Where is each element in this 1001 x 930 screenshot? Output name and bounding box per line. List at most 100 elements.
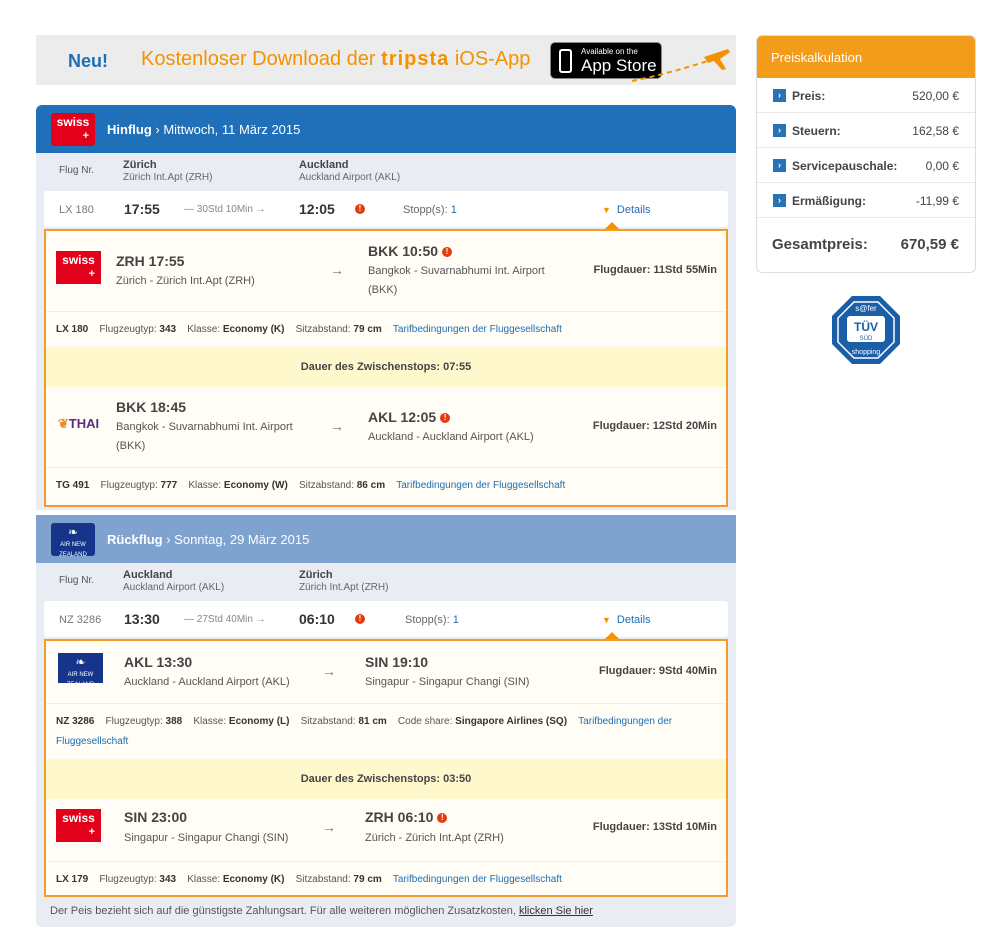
price-footnote: Der Peis bezieht sich auf die günstigste… — [50, 905, 593, 917]
air-new-zealand-logo: ❧ AIR NEW ZEALAND — [51, 523, 95, 558]
segment: ❦THAI BKK 18:45 Bangkok - Suvarnabhumi I… — [46, 387, 726, 467]
total-duration: — 27Std 40Min → — [184, 614, 266, 625]
total-duration: — 30Std 10Min → — [184, 204, 266, 215]
to-city: Auckland — [299, 159, 349, 171]
segment-arrival: ZRH 06:10 ! — [365, 809, 448, 825]
details-toggle[interactable]: ▼ Details — [602, 204, 651, 216]
tuv-sub-text: SÜD — [860, 335, 873, 342]
stops-link[interactable]: 1 — [451, 204, 457, 216]
segment-departure-location: Zürich - Zürich Int.Apt (ZRH) — [116, 275, 255, 287]
swiss-logo: swiss + — [51, 113, 95, 146]
new-label: Neu! — [68, 51, 108, 71]
warning-icon: ! — [440, 413, 451, 424]
segment-arrival: SIN 19:10 — [365, 654, 429, 670]
segment-departure: BKK 18:45 — [116, 399, 187, 415]
segment-arrival-location: Bangkok - Suvarnabhumi Int. Airport (BKK… — [368, 265, 545, 296]
segment-info: NZ 3286 Flugzeugtyp: 388 Klasse: Economy… — [46, 703, 726, 759]
phone-icon — [559, 49, 572, 73]
chevron-right-icon: › — [773, 124, 786, 137]
details-toggle[interactable]: ▼ Details — [602, 614, 651, 626]
arrow-right-icon: → — [330, 262, 344, 278]
segment-arrival: BKK 10:50 ! — [368, 243, 452, 259]
arrow-right-icon: → — [322, 663, 336, 679]
outbound-column-header: Flug Nr. Zürich Zürich Int.Apt (ZRH) Auck… — [36, 153, 736, 191]
segment-info: LX 179 Flugzeugtyp: 343 Klasse: Economy … — [46, 861, 726, 897]
tarif-link[interactable]: Tarifbedingungen der Fluggesellschaft — [393, 874, 562, 885]
segment-info: LX 180 Flugzeugtyp: 343 Klasse: Economy … — [46, 311, 726, 347]
warning-icon: ! — [441, 247, 452, 258]
tarif-link[interactable]: Tarifbedingungen der Fluggesellschaft — [393, 324, 562, 335]
outbound-title: Hinflug › Mittwoch, 11 März 2015 — [107, 122, 301, 137]
triangle-down-icon: ▼ — [602, 205, 611, 215]
warning-icon: ! — [355, 614, 365, 624]
price-row[interactable]: › Servicepauschale: 0,00 € — [757, 148, 975, 183]
segment-arrival: AKL 12:05 ! — [368, 409, 451, 425]
price-total: Gesamtpreis: 670,59 € — [772, 236, 959, 253]
promo-text: Kostenloser Download der tripsta iOS-App — [141, 48, 531, 70]
details-notch — [605, 632, 619, 639]
flight-number-label: Flug Nr. — [59, 575, 95, 586]
airplane-icon — [632, 49, 730, 82]
inbound-column-header: Flug Nr. Auckland Auckland Airport (AKL) … — [36, 563, 736, 601]
arrival-time: 12:05 — [299, 201, 335, 217]
inbound-header: ❧ AIR NEW ZEALAND Rückflug › Sonntag, 29 … — [36, 515, 736, 563]
triangle-down-icon: ▼ — [602, 615, 611, 625]
warning-icon: ! — [437, 813, 448, 824]
chevron-right-icon: › — [773, 194, 786, 207]
details-notch — [605, 222, 619, 229]
from-airport: Zürich Int.Apt (ZRH) — [123, 172, 213, 183]
warning-icon: ! — [355, 204, 365, 214]
inbound-summary-row[interactable]: NZ 3286 13:30 — 27Std 40Min → 06:10 ! St… — [44, 601, 728, 637]
segment-arrival-location: Auckland - Auckland Airport (AKL) — [368, 431, 534, 443]
stops: Stopp(s): 1 — [405, 614, 459, 626]
segment-duration: Flugdauer: 9Std 40Min — [599, 665, 717, 677]
segment-duration: Flugdauer: 13Std 10Min — [592, 821, 717, 833]
thai-logo: ❦THAI — [57, 416, 100, 431]
swiss-logo: swiss + — [56, 809, 101, 842]
segment-departure-location: Auckland - Auckland Airport (AKL) — [124, 676, 290, 688]
arrival-time: 06:10 — [299, 611, 335, 627]
flight-number-label: Flug Nr. — [59, 165, 95, 176]
price-calculation: Preiskalkulation › Preis: 520,00 € › Steuer… — [756, 35, 976, 273]
to-city: Zürich — [299, 569, 333, 581]
segment-departure: ZRH 17:55 — [116, 253, 185, 269]
extra-costs-link[interactable]: klicken Sie hier — [519, 905, 593, 917]
inbound-details: ❧ AIR NEW ZEALAND AKL 13:30 Auckland - Au… — [44, 639, 728, 897]
from-city: Zürich — [123, 159, 157, 171]
segment-arrival-location: Singapur - Singapur Changi (SIN) — [365, 676, 530, 688]
segment: ❧ AIR NEW ZEALAND AKL 13:30 Auckland - Au… — [46, 641, 726, 703]
from-airport: Auckland Airport (AKL) — [123, 582, 225, 593]
inbound-title: Rückflug › Sonntag, 29 März 2015 — [107, 532, 310, 547]
arrow-right-icon: → — [330, 418, 344, 434]
to-airport: Zürich Int.Apt (ZRH) — [299, 582, 389, 593]
segment: swiss + ZRH 17:55 Zürich - Zürich Int.Apt… — [46, 231, 726, 311]
chevron-right-icon: › — [773, 159, 786, 172]
segment-departure-location: Bangkok - Suvarnabhumi Int. Airport (BKK… — [116, 421, 293, 452]
price-row[interactable]: › Preis: 520,00 € — [757, 78, 975, 113]
stops-link[interactable]: 1 — [453, 614, 459, 626]
promo-banner[interactable]: Neu! Kostenloser Download der tripsta iO… — [36, 35, 736, 85]
tarif-link[interactable]: Tarifbedingungen der Fluggesellschaft — [396, 480, 565, 491]
segment-duration: Flugdauer: 11Std 55Min — [593, 264, 717, 276]
stops: Stopp(s): 1 — [403, 204, 457, 216]
outbound-header: swiss + Hinflug › Mittwoch, 11 März 2015 — [36, 105, 736, 153]
appstore-small-text: Available on the — [581, 47, 638, 56]
stopover-duration: Dauer des Zwischenstops: 03:50 — [46, 759, 726, 799]
segment-departure: AKL 13:30 — [124, 654, 193, 670]
price-row[interactable]: › Steuern: 162,58 € — [757, 113, 975, 148]
outbound-details: swiss + ZRH 17:55 Zürich - Zürich Int.Apt… — [44, 229, 728, 507]
arrow-right-icon: → — [322, 819, 336, 835]
tuv-top-text: s@fer — [855, 304, 877, 313]
segment-info: TG 491 Flugzeugtyp: 777 Klasse: Economy … — [46, 467, 726, 503]
tuv-main-text: TÜV — [854, 319, 878, 334]
tuv-safer-shopping-seal[interactable]: s@fer TÜV SÜD shopping — [830, 294, 902, 366]
swiss-logo: swiss + — [56, 251, 101, 284]
from-city: Auckland — [123, 569, 173, 581]
departure-time: 13:30 — [124, 611, 160, 627]
segment-departure-location: Singapur - Singapur Changi (SIN) — [124, 832, 289, 844]
tuv-bottom-text: shopping — [852, 349, 881, 356]
air-new-zealand-logo: ❧ AIR NEW ZEALAND — [58, 653, 103, 688]
price-row[interactable]: › Ermäßigung: -11,99 € — [757, 183, 975, 218]
flight-number: NZ 3286 — [59, 614, 102, 626]
outbound-summary-row[interactable]: LX 180 17:55 — 30Std 10Min → 12:05 ! Sto… — [44, 191, 728, 227]
